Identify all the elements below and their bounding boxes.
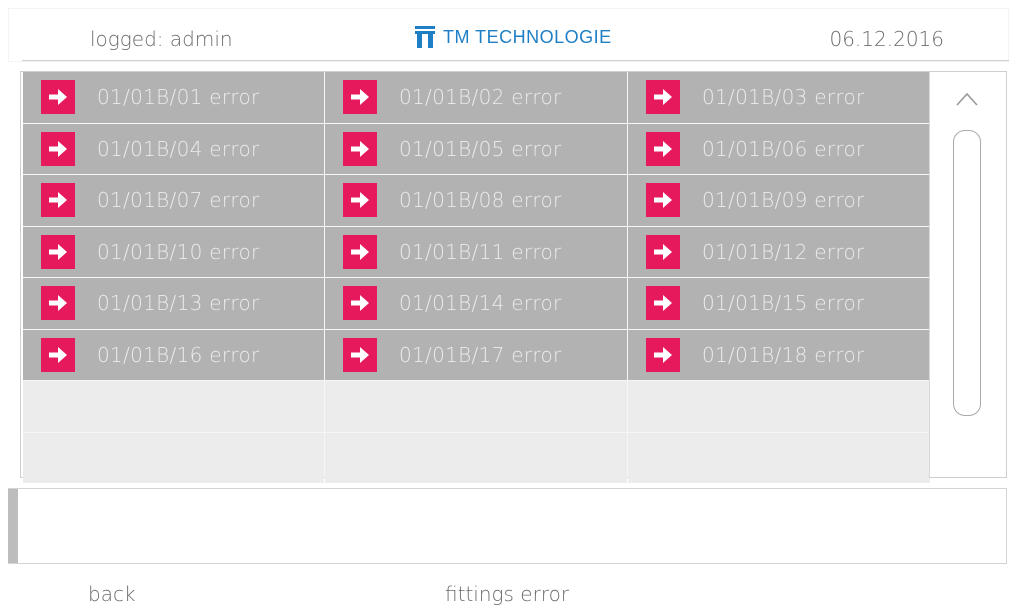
- message-box: [8, 488, 1007, 564]
- arrow-right-icon: [41, 80, 75, 115]
- arrow-right-icon: [41, 131, 75, 166]
- grid-item-label: 01/01B/14 error: [399, 291, 562, 316]
- grid-item-label: 01/01B/17 error: [399, 342, 562, 367]
- scrollbar-thumb[interactable]: [953, 130, 981, 416]
- date-display: 06.12.2016: [829, 27, 944, 51]
- arrow-right-icon: [646, 80, 680, 115]
- error-grid: 01/01B/01 error 01/01B/02 error 01/01B/03 …: [23, 72, 930, 483]
- arrow-right-icon: [343, 131, 377, 166]
- arrow-right-icon: [343, 234, 377, 269]
- grid-item[interactable]: 01/01B/01 error: [23, 72, 324, 123]
- brand-logo: TM TECHNOLOGIE: [415, 25, 612, 49]
- grid-item-label: 01/01B/04 error: [97, 136, 260, 161]
- arrow-right-icon: [646, 183, 680, 218]
- message-accent-bar: [8, 489, 18, 563]
- grid-item-label: 01/01B/05 error: [399, 136, 562, 161]
- header-divider: [22, 60, 1009, 61]
- grid-item[interactable]: 01/01B/06 error: [628, 123, 930, 174]
- arrow-right-icon: [646, 234, 680, 269]
- grid-item[interactable]: 01/01B/10 error: [23, 226, 324, 277]
- grid-item-label: 01/01B/07 error: [97, 188, 260, 213]
- grid-empty-cell: [325, 381, 627, 432]
- grid-item-label: 01/01B/12 error: [702, 239, 865, 264]
- scroll-up-button[interactable]: [953, 88, 981, 110]
- arrow-right-icon: [646, 337, 680, 372]
- grid-empty-cell: [628, 432, 930, 483]
- logged-user-label: logged: admin: [90, 27, 233, 51]
- arrow-right-icon: [343, 80, 377, 115]
- grid-item-label: 01/01B/08 error: [399, 188, 562, 213]
- grid-item[interactable]: 01/01B/08 error: [325, 175, 627, 226]
- tm-logo-icon: [415, 26, 435, 48]
- arrow-right-icon: [343, 286, 377, 321]
- arrow-right-icon: [41, 234, 75, 269]
- grid-item[interactable]: 01/01B/05 error: [325, 123, 627, 174]
- grid-item[interactable]: 01/01B/07 error: [23, 175, 324, 226]
- grid-item-label: 01/01B/06 error: [702, 136, 865, 161]
- grid-item[interactable]: 01/01B/12 error: [628, 226, 930, 277]
- arrow-right-icon: [41, 337, 75, 372]
- brand-name: TM TECHNOLOGIE: [443, 26, 612, 47]
- back-button[interactable]: back: [88, 582, 136, 606]
- arrow-right-icon: [343, 337, 377, 372]
- grid-item[interactable]: 01/01B/15 error: [628, 278, 930, 329]
- grid-item[interactable]: 01/01B/02 error: [325, 72, 627, 123]
- grid-item-label: 01/01B/01 error: [97, 85, 260, 110]
- grid-item[interactable]: 01/01B/16 error: [23, 329, 324, 380]
- grid-item[interactable]: 01/01B/18 error: [628, 329, 930, 380]
- grid-item-label: 01/01B/18 error: [702, 342, 865, 367]
- grid-item[interactable]: 01/01B/04 error: [23, 123, 324, 174]
- grid-item[interactable]: 01/01B/17 error: [325, 329, 627, 380]
- error-grid-container: 01/01B/01 error 01/01B/02 error 01/01B/03 …: [20, 71, 930, 483]
- grid-item-label: 01/01B/03 error: [702, 85, 865, 110]
- grid-item-label: 01/01B/10 error: [97, 239, 260, 264]
- grid-empty-cell: [23, 432, 324, 483]
- grid-empty-cell: [23, 381, 324, 432]
- grid-item-label: 01/01B/15 error: [702, 291, 865, 316]
- grid-item[interactable]: 01/01B/03 error: [628, 72, 930, 123]
- grid-item[interactable]: 01/01B/13 error: [23, 278, 324, 329]
- grid-item-label: 01/01B/09 error: [702, 188, 865, 213]
- grid-empty-cell: [628, 381, 930, 432]
- arrow-right-icon: [343, 183, 377, 218]
- grid-item[interactable]: 01/01B/11 error: [325, 226, 627, 277]
- scroll-panel: [929, 71, 1007, 478]
- grid-item-label: 01/01B/11 error: [399, 239, 562, 264]
- arrow-right-icon: [646, 131, 680, 166]
- grid-item[interactable]: 01/01B/14 error: [325, 278, 627, 329]
- grid-item-label: 01/01B/13 error: [97, 291, 260, 316]
- arrow-right-icon: [41, 183, 75, 218]
- chevron-up-icon: [956, 92, 978, 106]
- grid-empty-cell: [325, 432, 627, 483]
- page-title: fittings error: [445, 582, 570, 606]
- arrow-right-icon: [41, 286, 75, 321]
- grid-item[interactable]: 01/01B/09 error: [628, 175, 930, 226]
- arrow-right-icon: [646, 286, 680, 321]
- grid-item-label: 01/01B/16 error: [97, 342, 260, 367]
- grid-item-label: 01/01B/02 error: [399, 85, 562, 110]
